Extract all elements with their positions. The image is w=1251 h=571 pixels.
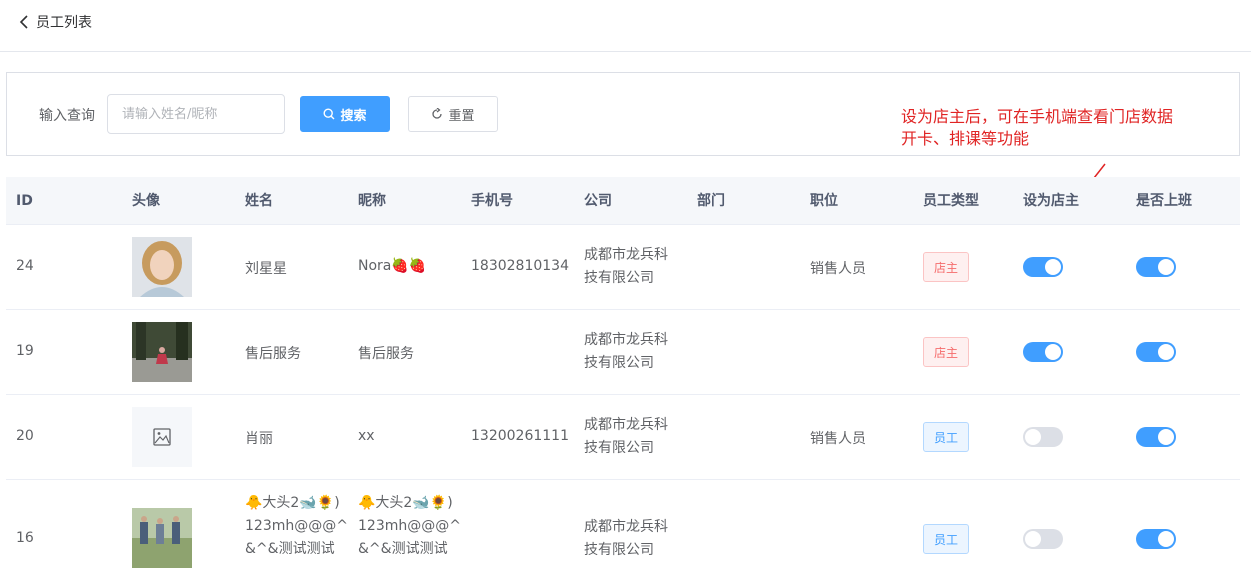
set-owner-toggle[interactable] <box>1023 529 1063 549</box>
employee-table: ID 头像 姓名 昵称 手机号 公司 部门 职位 员工类型 设为店主 是否上班 … <box>6 177 1240 571</box>
search-icon <box>323 108 335 120</box>
cell-position: 销售人员 <box>810 431 866 447</box>
status-badge: 店主 <box>923 337 969 367</box>
cell-nickname: Nora🍓🍓 <box>358 258 427 274</box>
search-label: 输入查询 <box>39 108 95 124</box>
cell-company: 成都市龙兵科 技有限公司 <box>584 417 668 456</box>
cell-company: 成都市龙兵科 技有限公司 <box>584 519 668 558</box>
cell-company: 成都市龙兵科 技有限公司 <box>584 247 668 286</box>
search-input[interactable] <box>107 94 285 134</box>
image-placeholder-icon <box>132 407 192 467</box>
avatar <box>132 237 192 297</box>
table-header: ID 头像 姓名 昵称 手机号 公司 部门 职位 员工类型 设为店主 是否上班 <box>6 177 1240 225</box>
column-header-company: 公司 <box>584 193 612 209</box>
page-header: 员工列表 <box>0 0 1251 52</box>
reset-button[interactable]: 重置 <box>408 96 498 132</box>
chevron-left-icon <box>19 15 28 29</box>
cell-id: 16 <box>16 530 34 546</box>
cell-name: 肖丽 <box>245 431 273 447</box>
column-header-employee-type: 员工类型 <box>923 193 979 209</box>
annotation-note: 设为店主后，可在手机端查看门店数据 开卡、排课等功能 <box>901 106 1231 150</box>
page-title: 员工列表 <box>36 15 92 31</box>
outdoor-photo-icon <box>132 322 192 382</box>
on-duty-toggle[interactable] <box>1136 529 1176 549</box>
reset-button-label: 重置 <box>448 108 475 124</box>
on-duty-toggle[interactable] <box>1136 427 1176 447</box>
cell-id: 24 <box>16 258 34 274</box>
table-row: 20 肖丽 xx 13200261111 成都市龙兵科 技有限公司 销售人员 员… <box>6 395 1240 480</box>
search-button[interactable]: 搜索 <box>300 96 390 132</box>
portrait-photo-icon <box>132 237 192 297</box>
search-button-label: 搜索 <box>340 108 367 124</box>
table-row: 24 刘星星 Nora🍓🍓 18302810134 成都市龙兵科 技有限公司 销… <box>6 225 1240 310</box>
cell-id: 20 <box>16 428 34 444</box>
annotation-line-1: 设为店主后，可在手机端查看门店数据 <box>901 107 1174 126</box>
cell-position: 销售人员 <box>810 261 866 277</box>
on-duty-toggle[interactable] <box>1136 257 1176 277</box>
set-owner-toggle[interactable] <box>1023 257 1063 277</box>
status-badge: 员工 <box>923 422 969 452</box>
column-header-id: ID <box>16 193 33 209</box>
cell-nickname: 售后服务 <box>358 346 414 362</box>
cell-phone: 18302810134 <box>471 258 569 274</box>
back-button[interactable]: 员工列表 <box>18 12 92 32</box>
avatar <box>132 407 192 467</box>
column-header-on-duty: 是否上班 <box>1136 193 1192 209</box>
set-owner-toggle[interactable] <box>1023 427 1063 447</box>
cell-id: 19 <box>16 343 34 359</box>
column-header-position: 职位 <box>810 193 838 209</box>
avatar <box>132 322 192 382</box>
on-duty-toggle[interactable] <box>1136 342 1176 362</box>
table-row: 16 🐥大头2🐋🌻) 123mh@@@^ &^&测试测试 🐥大头2🐋🌻) 123… <box>6 480 1240 571</box>
cell-name: 售后服务 <box>245 346 301 362</box>
set-owner-toggle[interactable] <box>1023 342 1063 362</box>
status-badge: 店主 <box>923 252 969 282</box>
column-header-department: 部门 <box>697 193 725 209</box>
annotation-line-2: 开卡、排课等功能 <box>901 129 1030 148</box>
status-badge: 员工 <box>923 524 969 554</box>
table-row: 19 售后服务 售后服务 成都市龙兵科 技有限公司 店主 <box>6 310 1240 395</box>
cell-phone: 13200261111 <box>471 428 569 444</box>
column-header-set-owner: 设为店主 <box>1023 193 1079 209</box>
cell-name: 🐥大头2🐋🌻) 123mh@@@^ &^&测试测试 <box>245 495 348 557</box>
cell-company: 成都市龙兵科 技有限公司 <box>584 332 668 371</box>
cell-nickname: 🐥大头2🐋🌻) 123mh@@@^ &^&测试测试 <box>358 495 461 557</box>
cell-name: 刘星星 <box>245 261 287 277</box>
column-header-avatar: 头像 <box>132 193 160 209</box>
avatar <box>132 508 192 568</box>
column-header-name: 姓名 <box>245 193 273 209</box>
cell-nickname: xx <box>358 428 375 444</box>
column-header-nickname: 昵称 <box>358 193 386 209</box>
group-photo-icon <box>132 508 192 568</box>
column-header-phone: 手机号 <box>471 193 513 209</box>
refresh-icon <box>432 108 443 119</box>
